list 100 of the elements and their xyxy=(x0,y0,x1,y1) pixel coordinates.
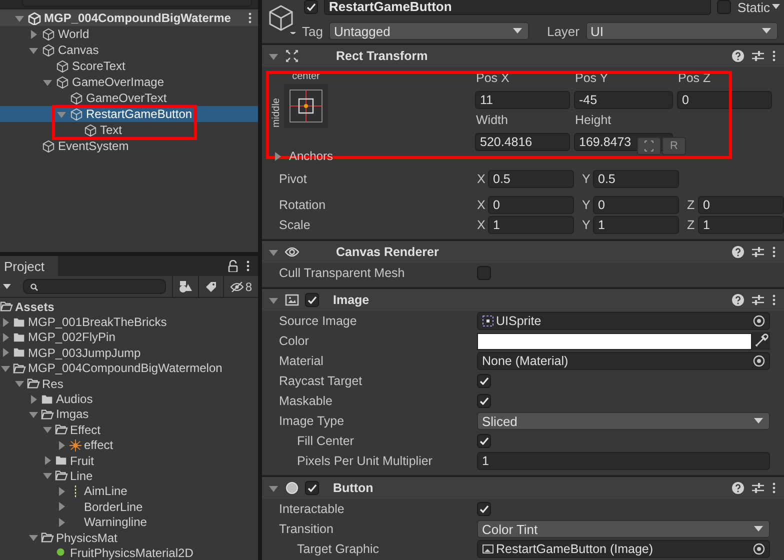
checkbox[interactable] xyxy=(305,481,319,495)
number-field[interactable]: -45 xyxy=(574,90,673,108)
help-icon[interactable] xyxy=(732,294,744,306)
project-item[interactable]: Fruit xyxy=(0,452,258,468)
hierarchy-item[interactable]: GameOverText xyxy=(0,90,258,106)
help-icon[interactable] xyxy=(732,50,744,62)
number-field[interactable]: 1 xyxy=(698,216,784,234)
object-field[interactable]: None (Material) xyxy=(477,352,770,370)
project-item[interactable]: effect xyxy=(0,438,258,453)
hierarchy-item[interactable]: EventSystem xyxy=(0,138,258,154)
anchors-label[interactable]: Anchors xyxy=(289,149,334,163)
hierarchy-item[interactable]: ScoreText xyxy=(0,58,258,74)
number-field[interactable]: 0 xyxy=(698,196,784,214)
component-header[interactable]: Rect Transform xyxy=(262,44,784,67)
number-field[interactable]: 0.5 xyxy=(488,170,574,188)
sliders-icon[interactable] xyxy=(752,482,764,494)
project-item[interactable]: BorderLine xyxy=(0,499,258,514)
number-field[interactable]: 520.4816 xyxy=(475,132,570,150)
caret-icon[interactable] xyxy=(272,150,283,162)
number-field[interactable]: 0 xyxy=(488,196,574,214)
caret-icon[interactable] xyxy=(28,28,39,40)
more-icon[interactable] xyxy=(246,260,250,272)
number-field[interactable]: 0 xyxy=(677,90,772,108)
eyedropper-icon[interactable] xyxy=(752,332,770,350)
component-header[interactable]: Canvas Renderer xyxy=(262,240,784,263)
project-item[interactable]: MGP_002FlyPin xyxy=(0,330,258,346)
help-icon[interactable] xyxy=(732,482,744,494)
project-item[interactable]: Audios xyxy=(0,391,258,407)
component-header[interactable]: Button xyxy=(262,476,784,499)
caret-icon[interactable] xyxy=(28,394,39,405)
layer-dropdown[interactable]: UI xyxy=(586,22,778,40)
checkbox[interactable] xyxy=(477,374,491,388)
project-item[interactable]: Imgas xyxy=(0,406,258,422)
color-swatch[interactable] xyxy=(477,332,752,350)
caret-icon[interactable] xyxy=(0,347,11,358)
object-field[interactable]: UISprite xyxy=(477,312,770,330)
caret-icon[interactable] xyxy=(14,378,25,390)
project-item[interactable]: MGP_001BreakTheBricks xyxy=(0,314,258,330)
component-header[interactable]: Image xyxy=(262,288,784,311)
project-item[interactable]: MGP_004CompoundBigWatermelon xyxy=(0,360,258,376)
project-tab[interactable]: Project xyxy=(0,256,58,276)
more-icon[interactable] xyxy=(772,246,776,258)
checkbox[interactable] xyxy=(304,0,318,14)
more-icon[interactable] xyxy=(772,294,776,306)
name-field[interactable]: RestartGameButton xyxy=(324,0,712,14)
project-item[interactable]: PhysicsMat xyxy=(0,530,258,546)
project-item[interactable]: Assets xyxy=(0,299,258,314)
project-item[interactable]: Warningline xyxy=(0,514,258,530)
caret-icon[interactable] xyxy=(42,470,53,482)
sliders-icon[interactable] xyxy=(752,294,764,306)
checkbox[interactable] xyxy=(305,293,319,307)
hierarchy-item[interactable]: RestartGameButton xyxy=(0,106,258,122)
hierarchy-item[interactable]: Text xyxy=(0,122,258,138)
dropdown[interactable]: Sliced xyxy=(477,412,770,430)
object-field[interactable]: RestartGameButton (Image) xyxy=(477,540,770,558)
caret-icon[interactable] xyxy=(42,424,53,436)
more-icon[interactable] xyxy=(772,482,776,494)
checkbox[interactable] xyxy=(477,394,491,408)
hierarchy-item[interactable]: GameOverImage xyxy=(0,74,258,90)
caret-icon[interactable] xyxy=(56,440,67,451)
project-item[interactable]: FruitPhysicsMaterial2D xyxy=(0,545,258,560)
caret-icon[interactable] xyxy=(56,501,67,512)
project-item[interactable]: Effect xyxy=(0,422,258,438)
hierarchy-item[interactable]: Canvas xyxy=(0,42,258,58)
number-field[interactable]: 0 xyxy=(593,196,679,214)
target-icon[interactable] xyxy=(751,313,767,329)
caret-icon[interactable] xyxy=(0,332,11,343)
sliders-icon[interactable] xyxy=(752,246,764,258)
more-icon[interactable] xyxy=(248,12,252,24)
caret-icon[interactable] xyxy=(28,532,39,544)
lock-icon[interactable] xyxy=(228,260,238,272)
project-item[interactable]: AimLine xyxy=(0,484,258,500)
dropdown-icon[interactable] xyxy=(3,284,11,290)
checkbox[interactable] xyxy=(477,266,491,280)
target-icon[interactable] xyxy=(751,541,767,557)
scene-header[interactable]: MGP_004CompoundBigWaterme xyxy=(0,10,258,26)
target-icon[interactable] xyxy=(751,353,767,369)
dropdown[interactable]: Color Tint xyxy=(477,520,770,538)
hierarchy-item[interactable]: World xyxy=(0,26,258,42)
checkbox[interactable] xyxy=(477,502,491,516)
project-item[interactable]: Res xyxy=(0,376,258,392)
number-field[interactable]: 11 xyxy=(475,90,570,108)
number-field[interactable]: 1 xyxy=(488,216,574,234)
tag-dropdown[interactable]: Untagged xyxy=(328,22,529,40)
caret-icon[interactable] xyxy=(0,316,11,328)
caret-icon[interactable] xyxy=(42,455,53,466)
anchor-preset-icon[interactable] xyxy=(284,84,328,128)
blueprint-mode-button[interactable] xyxy=(637,137,661,155)
help-icon[interactable] xyxy=(732,246,744,258)
checkbox[interactable] xyxy=(477,434,491,448)
number-field[interactable]: 1 xyxy=(477,452,770,470)
checkbox[interactable] xyxy=(717,0,732,14)
project-item[interactable]: MGP_003JumpJump xyxy=(0,345,258,361)
project-item[interactable]: Line xyxy=(0,468,258,484)
caret-icon[interactable] xyxy=(56,486,67,497)
number-field[interactable]: 1 xyxy=(593,216,679,234)
number-field[interactable]: 0.5 xyxy=(593,170,679,188)
caret-icon[interactable] xyxy=(56,516,67,528)
more-icon[interactable] xyxy=(772,50,776,62)
static-dropdown[interactable]: Static xyxy=(737,0,780,14)
